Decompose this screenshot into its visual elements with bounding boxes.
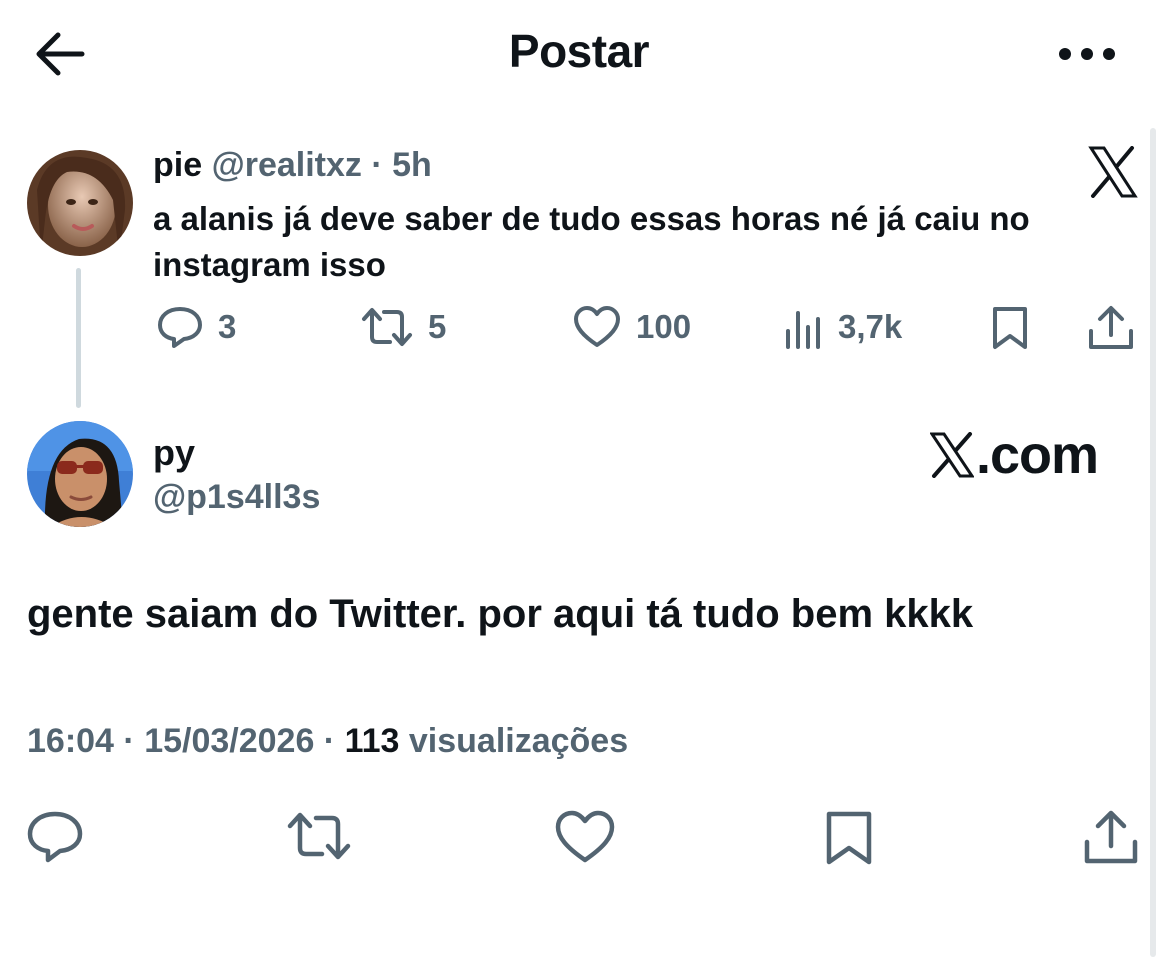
retweet-icon xyxy=(362,308,412,346)
author-handle[interactable]: @p1s4ll3s xyxy=(153,478,320,517)
bookmark-button[interactable] xyxy=(990,305,1030,351)
page-title: Postar xyxy=(508,25,650,77)
retweet-button[interactable]: 5 xyxy=(360,305,446,349)
author-name[interactable]: pie xyxy=(153,146,202,184)
heart-icon xyxy=(555,810,615,863)
reply-icon xyxy=(27,811,83,863)
share-icon xyxy=(1084,810,1138,864)
like-button[interactable]: 100 xyxy=(572,305,691,349)
reply-icon xyxy=(158,307,202,348)
views-count: 3,7k xyxy=(838,308,903,345)
meta-separator: · xyxy=(371,146,383,184)
views-label[interactable]: visualizações xyxy=(399,722,628,760)
avatar[interactable] xyxy=(27,421,133,527)
share-icon xyxy=(1089,306,1133,349)
reply-button[interactable]: 3 xyxy=(156,305,236,349)
views-count[interactable]: 113 xyxy=(345,722,400,760)
thread-connector xyxy=(76,268,81,408)
more-options-button[interactable] xyxy=(1052,36,1122,72)
bookmark-icon xyxy=(826,811,872,865)
watermark: .com xyxy=(930,424,1099,486)
share-button[interactable] xyxy=(1083,810,1139,866)
retweet-icon xyxy=(287,812,351,860)
more-horizontal-icon xyxy=(1059,48,1115,60)
analytics-icon xyxy=(786,311,820,349)
x-logo-icon xyxy=(930,432,974,478)
scrollbar[interactable] xyxy=(1150,128,1156,957)
like-button[interactable] xyxy=(554,810,616,864)
quoted-tweet-text: a alanis já deve saber de tudo essas hor… xyxy=(153,200,1030,283)
share-button[interactable] xyxy=(1087,305,1135,351)
heart-icon xyxy=(574,306,620,347)
tweet-time[interactable]: 16:04 xyxy=(27,722,114,760)
retweet-count: 5 xyxy=(428,308,447,345)
meta-separator: · xyxy=(113,722,145,760)
tweet-meta: 16:04 · 15/03/2026 · 113 visualizações xyxy=(27,722,628,761)
views-button[interactable]: 3,7k xyxy=(784,305,902,349)
retweet-button[interactable] xyxy=(286,810,352,862)
author-name[interactable]: py xyxy=(153,432,195,474)
x-logo-icon xyxy=(1088,146,1138,198)
reply-count: 3 xyxy=(218,308,237,345)
reply-button[interactable] xyxy=(26,810,84,864)
tweet-time[interactable]: 5h xyxy=(392,146,432,184)
quoted-tweet-header: pie @realitxz · 5h xyxy=(153,146,432,185)
tweet-date[interactable]: 15/03/2026 xyxy=(144,722,314,760)
bookmark-button[interactable] xyxy=(824,810,874,866)
like-count: 100 xyxy=(636,308,692,345)
author-handle[interactable]: @realitxz xyxy=(212,146,362,184)
meta-separator: · xyxy=(314,722,345,760)
avatar[interactable] xyxy=(27,150,133,256)
bookmark-icon xyxy=(993,307,1027,349)
tweet-text: gente saiam do Twitter. por aqui tá tudo… xyxy=(27,592,974,636)
watermark-text: .com xyxy=(976,425,1099,485)
